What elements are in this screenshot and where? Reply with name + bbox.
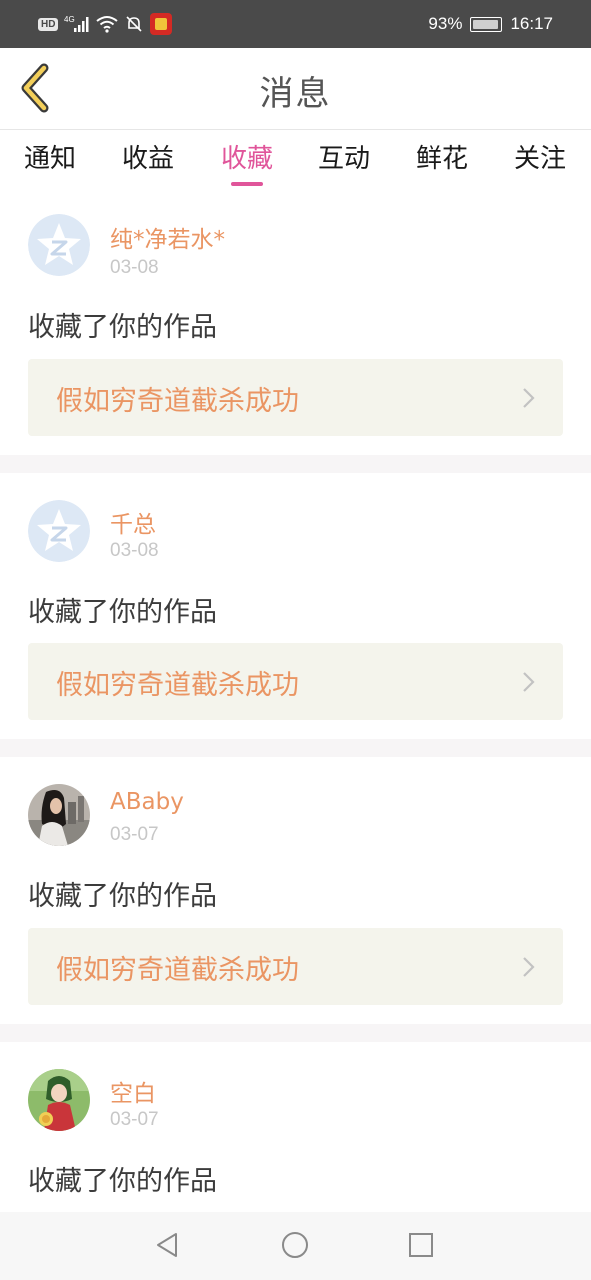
avatar[interactable] (28, 500, 90, 562)
username[interactable]: 空白 (110, 1074, 156, 1108)
system-nav-bar (0, 1212, 591, 1280)
message-time: 03-07 (110, 824, 159, 845)
message-card: ABaby 03-07 收藏了你的作品 假如穷奇道截杀成功 (0, 757, 591, 1024)
home-circle-icon[interactable] (280, 1230, 310, 1260)
default-avatar-icon (28, 214, 90, 276)
battery-icon (470, 16, 503, 32)
chevron-right-icon (523, 388, 535, 408)
work-title: 假如穷奇道截杀成功 (56, 670, 299, 701)
signal-4g-label: 4G (64, 15, 75, 24)
work-link[interactable]: 假如穷奇道截杀成功 (28, 643, 563, 720)
avatar[interactable] (28, 1069, 90, 1131)
work-title: 假如穷奇道截杀成功 (56, 955, 299, 986)
tab-bar: 通知 收益 收藏 互动 鲜花 关注 (0, 130, 591, 190)
message-time: 03-08 (110, 540, 159, 561)
status-icons-right: 93% 16:17 (428, 12, 553, 36)
battery-percent: 93% (428, 14, 463, 33)
username[interactable]: 千总 (110, 505, 156, 539)
message-card: 空白 03-07 收藏了你的作品 (0, 1042, 591, 1212)
bell-muted-icon (126, 16, 143, 32)
avatar[interactable] (28, 784, 90, 846)
recents-square-icon[interactable] (406, 1230, 436, 1260)
message-card: 千总 03-08 收藏了你的作品 假如穷奇道截杀成功 (0, 473, 591, 739)
anime-avatar-icon (28, 1069, 90, 1131)
header: 消息 (0, 48, 591, 130)
work-link[interactable]: 假如穷奇道截杀成功 (28, 359, 563, 436)
username[interactable]: ABaby (110, 789, 184, 815)
app-notification-icon (150, 13, 173, 35)
divider (0, 1024, 591, 1042)
message-time: 03-07 (110, 1109, 159, 1130)
action-text: 收藏了你的作品 (28, 312, 217, 343)
tab-interactions[interactable]: 互动 (304, 138, 384, 175)
photo-avatar-icon (28, 784, 90, 846)
avatar[interactable] (28, 214, 90, 276)
divider (0, 455, 591, 473)
hd-badge: HD (38, 17, 59, 31)
active-tab-indicator (231, 182, 263, 186)
divider (0, 739, 591, 757)
clock: 16:17 (510, 14, 553, 33)
action-text: 收藏了你的作品 (28, 1166, 217, 1197)
message-time: 03-08 (110, 257, 159, 278)
tab-following[interactable]: 关注 (500, 138, 580, 175)
status-icons-left: HD 4G (38, 12, 173, 36)
page-title: 消息 (259, 74, 332, 114)
tab-earnings[interactable]: 收益 (108, 138, 188, 175)
tab-favorites[interactable]: 收藏 (207, 138, 287, 175)
message-card: 纯*净若水* 03-08 收藏了你的作品 假如穷奇道截杀成功 (0, 192, 591, 455)
signal-icon: 4G (64, 15, 89, 32)
default-avatar-icon (28, 500, 90, 562)
status-bar: HD 4G 93% 16:17 (0, 0, 591, 48)
wifi-icon (96, 16, 119, 33)
chevron-right-icon (523, 957, 535, 977)
username[interactable]: 纯*净若水* (110, 220, 225, 254)
work-link[interactable]: 假如穷奇道截杀成功 (28, 928, 563, 1005)
tab-notifications[interactable]: 通知 (10, 138, 90, 175)
back-triangle-icon[interactable] (152, 1230, 182, 1260)
work-title: 假如穷奇道截杀成功 (56, 386, 299, 417)
tab-flowers[interactable]: 鲜花 (402, 138, 482, 175)
chevron-right-icon (523, 672, 535, 692)
action-text: 收藏了你的作品 (28, 881, 217, 912)
action-text: 收藏了你的作品 (28, 597, 217, 628)
